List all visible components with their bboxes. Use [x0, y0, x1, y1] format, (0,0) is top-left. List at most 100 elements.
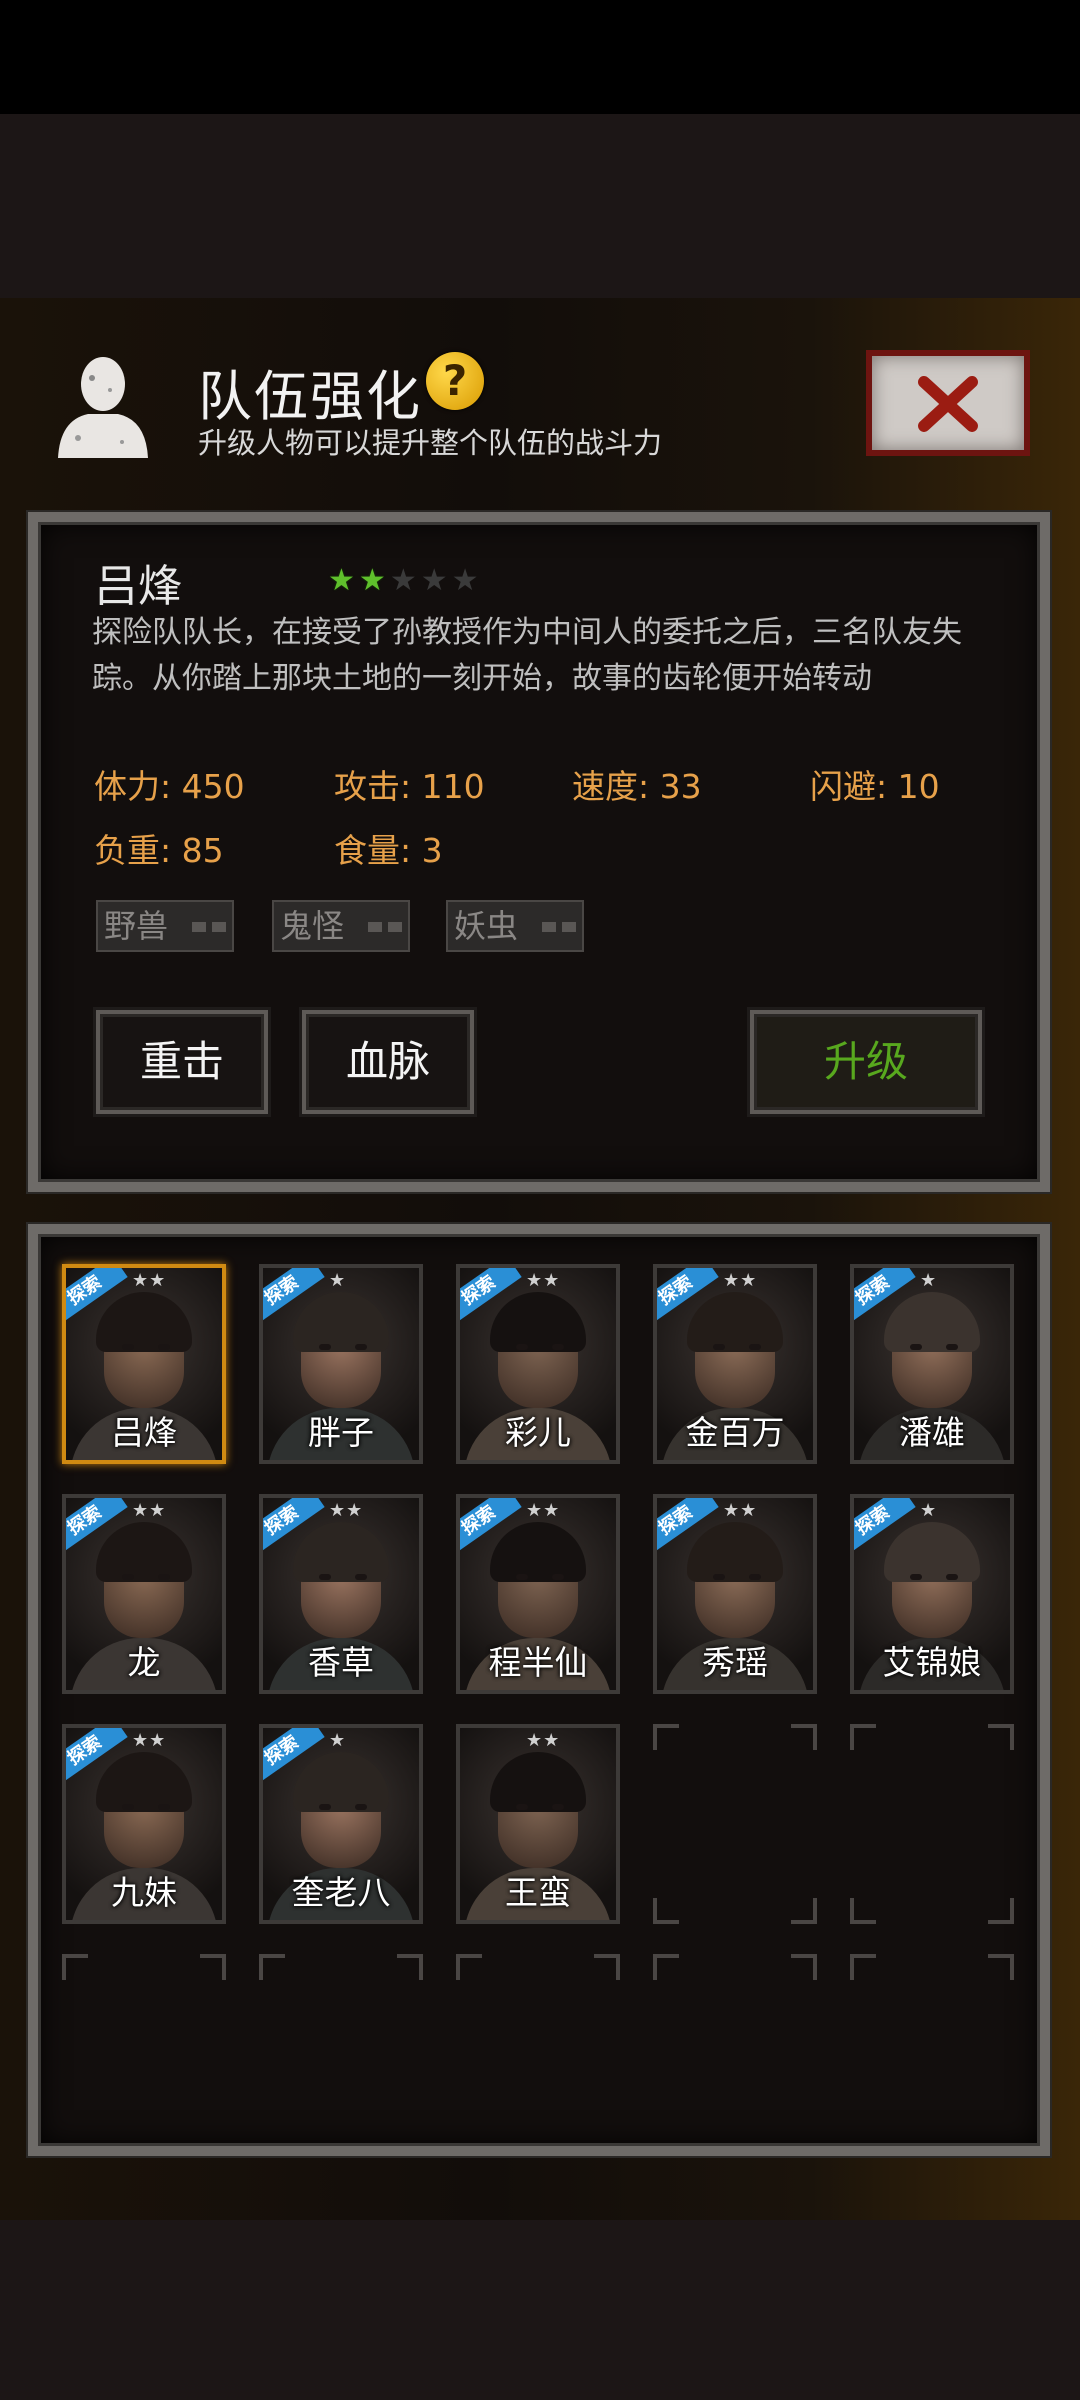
slot-corner	[850, 1898, 876, 1924]
portrait-eye	[158, 1574, 170, 1580]
empty-roster-slot	[456, 1954, 620, 2000]
card-name: 彩儿	[505, 1413, 571, 1452]
card-stars: ★★	[526, 1500, 561, 1521]
stat-label: 体力	[94, 767, 160, 806]
card-stars: ★	[329, 1730, 347, 1751]
roster-card[interactable]: 探索 ★ 潘雄	[850, 1264, 1014, 1464]
portrait-eye	[749, 1574, 761, 1580]
tag-insect: 妖虫	[446, 900, 584, 952]
portrait-eye	[355, 1574, 367, 1580]
card-name: 秀瑶	[702, 1643, 768, 1682]
portrait-hair	[293, 1752, 389, 1812]
portrait-eye	[552, 1344, 564, 1350]
bloodline-button[interactable]: 血脉	[302, 1010, 474, 1114]
portrait-eye	[319, 1574, 331, 1580]
roster-card[interactable]: 探索 ★★ 程半仙	[456, 1494, 620, 1694]
slot-corner	[791, 1724, 817, 1750]
card-stars: ★★	[526, 1730, 561, 1751]
stat-dodge: 闪避: 10	[810, 767, 940, 806]
stat-value: 33	[659, 767, 702, 806]
portrait-eye	[910, 1574, 922, 1580]
stat-stamina: 体力: 450	[94, 767, 245, 806]
portrait-hair	[884, 1522, 980, 1582]
slot-corner	[988, 1724, 1014, 1750]
portrait-eye	[552, 1574, 564, 1580]
stat-value: 10	[897, 767, 940, 806]
stat-label: 食量	[334, 831, 400, 870]
slot-corner	[988, 1954, 1014, 1980]
top-spacer	[0, 114, 1080, 298]
card-name: 奎老八	[291, 1873, 391, 1912]
bottom-spacer	[0, 2220, 1080, 2400]
tag-label: 野兽	[104, 907, 169, 945]
roster-card[interactable]: 探索 ★ 奎老八	[259, 1724, 423, 1924]
slot-corner	[594, 1954, 620, 1980]
card-name: 潘雄	[899, 1413, 965, 1452]
stat-label: 负重	[94, 831, 160, 870]
portrait-eye	[355, 1804, 367, 1810]
stat-value: 450	[181, 767, 245, 806]
star-empty-icon: ★	[389, 563, 417, 598]
slot-corner	[456, 1954, 482, 1980]
portrait-eye	[122, 1344, 134, 1350]
roster-card[interactable]: 探索 ★ 艾锦娘	[850, 1494, 1014, 1694]
character-name: 吕烽	[94, 561, 182, 612]
roster-card[interactable]: 探索 ★★ 香草	[259, 1494, 423, 1694]
portrait-hair	[687, 1292, 783, 1352]
stat-attack: 攻击: 110	[334, 767, 485, 806]
help-icon[interactable]: ?	[426, 352, 484, 410]
portrait-eye	[910, 1344, 922, 1350]
roster-card[interactable]: 探索 ★★ 金百万	[653, 1264, 817, 1464]
slot-corner	[653, 1954, 679, 1980]
portrait-eye	[319, 1344, 331, 1350]
portrait-eye	[355, 1344, 367, 1350]
portrait-eye	[122, 1804, 134, 1810]
empty-roster-slot	[850, 1724, 1014, 1924]
tag-label: 妖虫	[454, 907, 519, 945]
portrait-eye	[122, 1574, 134, 1580]
card-stars: ★★	[723, 1270, 758, 1291]
portrait-hair	[490, 1522, 586, 1582]
portrait-hair	[293, 1522, 389, 1582]
portrait-hair	[96, 1522, 192, 1582]
heavy-strike-button[interactable]: 重击	[96, 1010, 268, 1114]
portrait-hair	[293, 1292, 389, 1352]
portrait-hair	[96, 1292, 192, 1352]
stat-appetite: 食量: 3	[334, 831, 443, 870]
roster-card[interactable]: 探索 ★★ 龙	[62, 1494, 226, 1694]
portrait-hair	[490, 1752, 586, 1812]
portrait-eye	[516, 1804, 528, 1810]
tag-ghost: 鬼怪	[272, 900, 410, 952]
upgrade-button[interactable]: 升级	[750, 1010, 982, 1114]
portrait-hair	[687, 1522, 783, 1582]
roster-card[interactable]: 探索 ★★ 秀瑶	[653, 1494, 817, 1694]
roster-card[interactable]: 探索 ★ 胖子	[259, 1264, 423, 1464]
stat-value: 3	[421, 831, 443, 870]
roster-card[interactable]: 探索 ★★ 吕烽	[62, 1264, 226, 1464]
slot-corner	[653, 1724, 679, 1750]
character-stars: ★ ★ ★ ★ ★	[328, 566, 479, 596]
star-empty-icon: ★	[420, 563, 448, 598]
card-stars: ★	[920, 1500, 938, 1521]
portrait-hair	[490, 1292, 586, 1352]
card-stars: ★★	[723, 1500, 758, 1521]
card-name: 艾锦娘	[882, 1643, 982, 1682]
roster-card[interactable]: ★★ 王蛮	[456, 1724, 620, 1924]
avatar-silhouette-icon	[58, 357, 148, 458]
stat-value: 110	[421, 767, 485, 806]
slot-corner	[791, 1954, 817, 1980]
slot-corner	[850, 1724, 876, 1750]
close-button[interactable]	[866, 350, 1030, 456]
card-name: 金百万	[685, 1413, 785, 1452]
roster-card[interactable]: 探索 ★★ 九妹	[62, 1724, 226, 1924]
slot-corner	[259, 1954, 285, 1980]
slot-corner	[653, 1898, 679, 1924]
portrait-eye	[158, 1804, 170, 1810]
slot-corner	[791, 1898, 817, 1924]
slot-corner	[850, 1954, 876, 1980]
card-stars: ★★	[526, 1270, 561, 1291]
star-filled-icon: ★	[328, 563, 355, 598]
roster-card[interactable]: 探索 ★★ 彩儿	[456, 1264, 620, 1464]
star-filled-icon: ★	[358, 563, 386, 598]
portrait-eye	[516, 1344, 528, 1350]
